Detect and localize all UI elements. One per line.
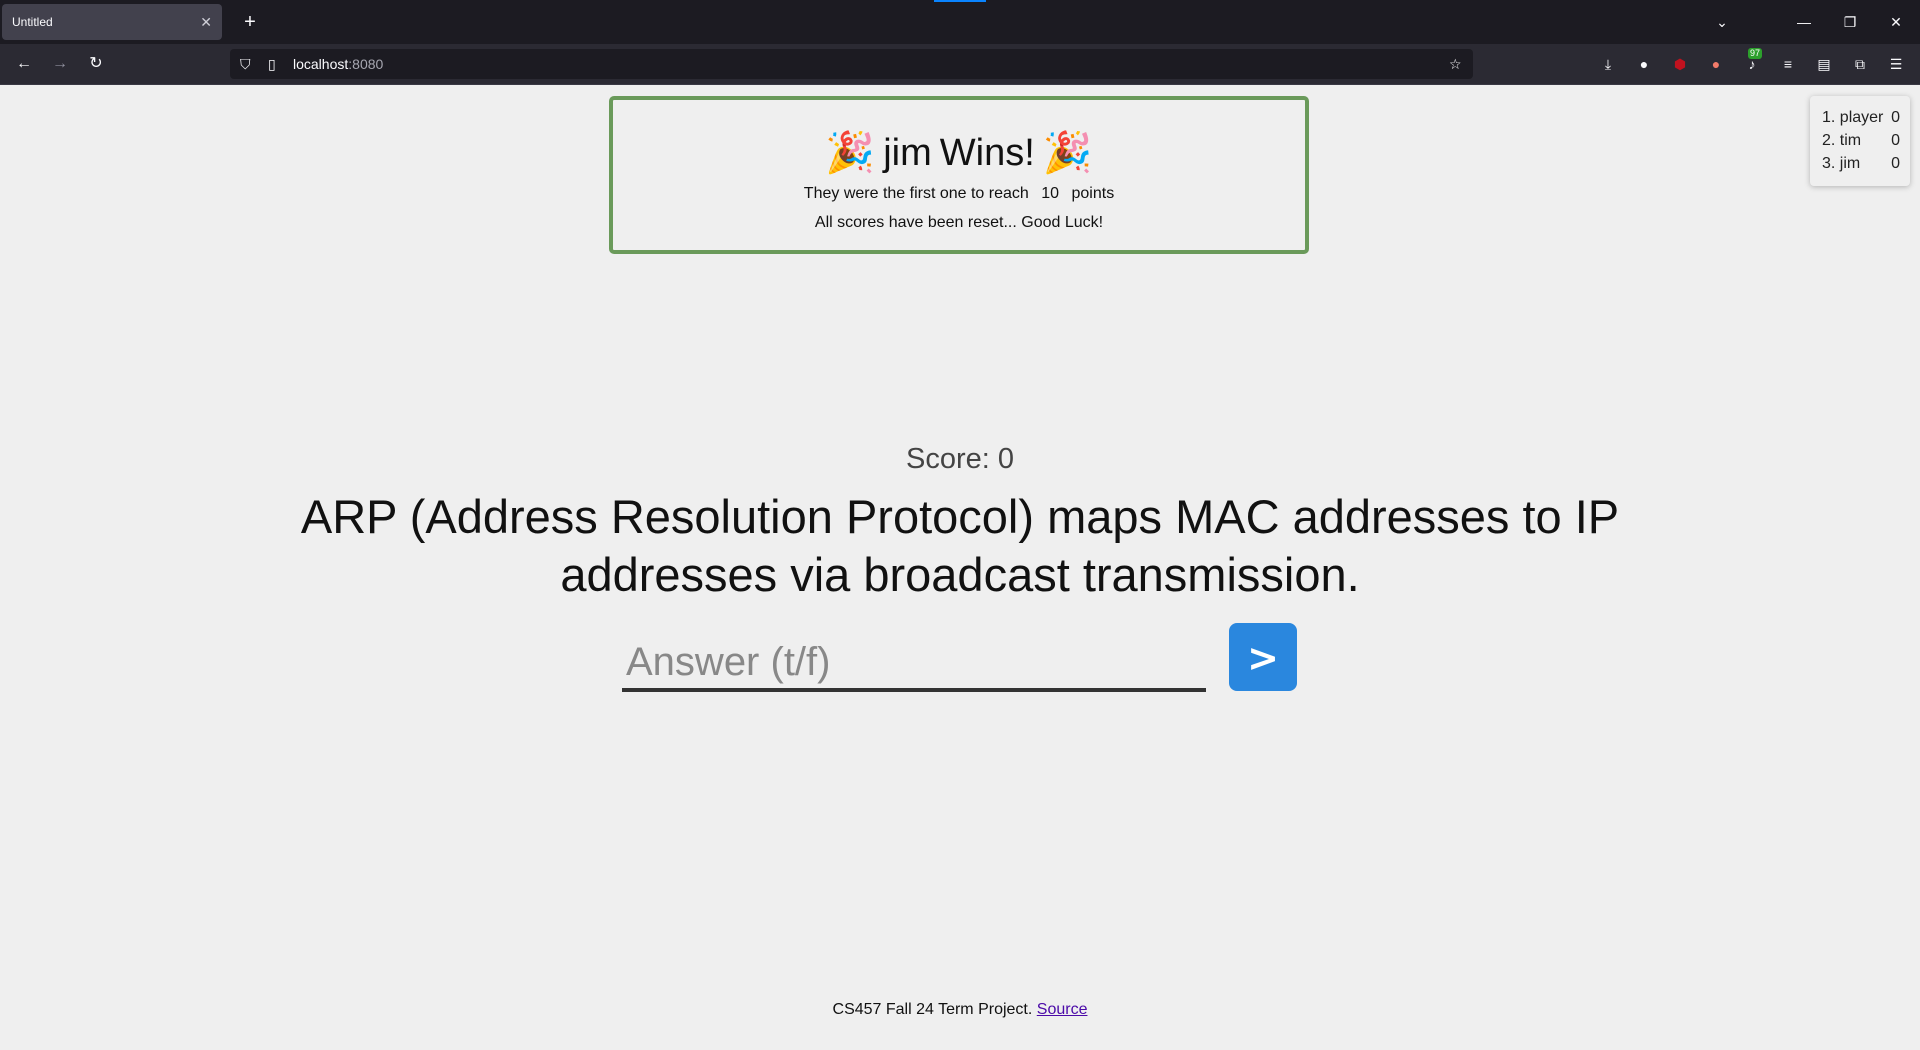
url-port: :8080 (348, 56, 384, 72)
nav-divider (0, 84, 1920, 85)
tab-close-icon[interactable]: ✕ (200, 14, 212, 31)
banner-reach-line: They were the first one to reach 10 poin… (613, 184, 1305, 204)
tab-list-chevron-icon[interactable]: ⌄ (1708, 10, 1736, 34)
reach-prefix: They were the first one to reach (803, 185, 1029, 202)
tab-indicator (934, 0, 986, 2)
leaderboard-row: 2. tim 0 (1822, 129, 1900, 152)
leaderboard-row: 3. jim 0 (1822, 152, 1900, 175)
browser-nav-bar: ← → ↻ ⛉ ▯ localhost:8080 ☆ ⤓ ● ⬢ ● ♪ 97 … (0, 44, 1920, 85)
leaderboard-score: 0 (1891, 132, 1900, 149)
restore-icon[interactable]: ❐ (1836, 10, 1864, 34)
reach-suffix: points (1071, 185, 1115, 202)
banner-title: 🎉 jim Wins! 🎉 (613, 130, 1305, 176)
bookmark-star-icon[interactable]: ☆ (1449, 49, 1462, 79)
extension-badge: 97 (1748, 48, 1763, 59)
url-host: localhost (293, 56, 349, 72)
menu-icon[interactable]: ☰ (1884, 52, 1908, 76)
target-points: 10 (1041, 185, 1060, 202)
leaderboard-score: 0 (1891, 109, 1900, 126)
browser-tab-bar: Untitled ✕ + ⌄ — ❐ ✕ (0, 0, 1920, 44)
new-tab-button[interactable]: + (236, 8, 264, 36)
browser-tab[interactable]: Untitled ✕ (2, 4, 222, 40)
downloads-icon[interactable]: ⤓ (1596, 52, 1620, 76)
extension-record-icon[interactable]: ● (1704, 52, 1728, 76)
leaderboard-player: 1. player (1822, 109, 1884, 126)
banner-reset-line: All scores have been reset... Good Luck! (814, 214, 1104, 231)
leaderboard: 1. player 0 2. tim 0 3. jim 0 (1810, 96, 1910, 186)
extension-c-icon[interactable]: ● (1632, 52, 1656, 76)
leaderboard-player: 2. tim (1822, 132, 1862, 149)
url-bar[interactable]: ⛉ ▯ localhost:8080 ☆ (230, 49, 1473, 79)
party-popper-icon: 🎉 (825, 131, 876, 175)
winner-name: jim (883, 132, 932, 174)
close-window-icon[interactable]: ✕ (1882, 10, 1910, 34)
leaderboard-row: 1. player 0 (1822, 106, 1900, 129)
submit-button[interactable]: > (1229, 623, 1297, 691)
extensions-puzzle-icon[interactable]: ⧉ (1848, 52, 1872, 76)
reader-icon[interactable]: ≡ (1776, 52, 1800, 76)
page-icon[interactable]: ▯ (268, 49, 276, 79)
footer: CS457 Fall 24 Term Project. Source (0, 1001, 1920, 1019)
shield-icon[interactable]: ⛉ (240, 49, 251, 79)
leaderboard-score: 0 (1891, 155, 1900, 172)
forward-icon[interactable]: → (46, 50, 74, 78)
source-link[interactable]: Source (1037, 1001, 1088, 1018)
party-popper-icon: 🎉 (1042, 131, 1093, 175)
url-text[interactable]: localhost:8080 (293, 49, 383, 79)
minimize-icon[interactable]: — (1790, 10, 1818, 34)
reload-icon[interactable]: ↻ (82, 50, 110, 78)
tab-title: Untitled (12, 15, 53, 29)
score-display: Score: 0 (906, 443, 1014, 475)
ublock-icon[interactable]: ⬢ (1668, 52, 1692, 76)
question-text: ARP (Address Resolution Protocol) maps M… (300, 490, 1620, 601)
back-icon[interactable]: ← (10, 50, 38, 78)
leaderboard-player: 3. jim (1822, 155, 1861, 172)
answer-input[interactable] (622, 636, 1206, 692)
wins-label: Wins! (939, 132, 1035, 174)
winner-banner: 🎉 jim Wins! 🎉 They were the first one to… (609, 96, 1309, 254)
footer-text: CS457 Fall 24 Term Project. (832, 1001, 1033, 1018)
container-icon[interactable]: ▤ (1812, 52, 1836, 76)
